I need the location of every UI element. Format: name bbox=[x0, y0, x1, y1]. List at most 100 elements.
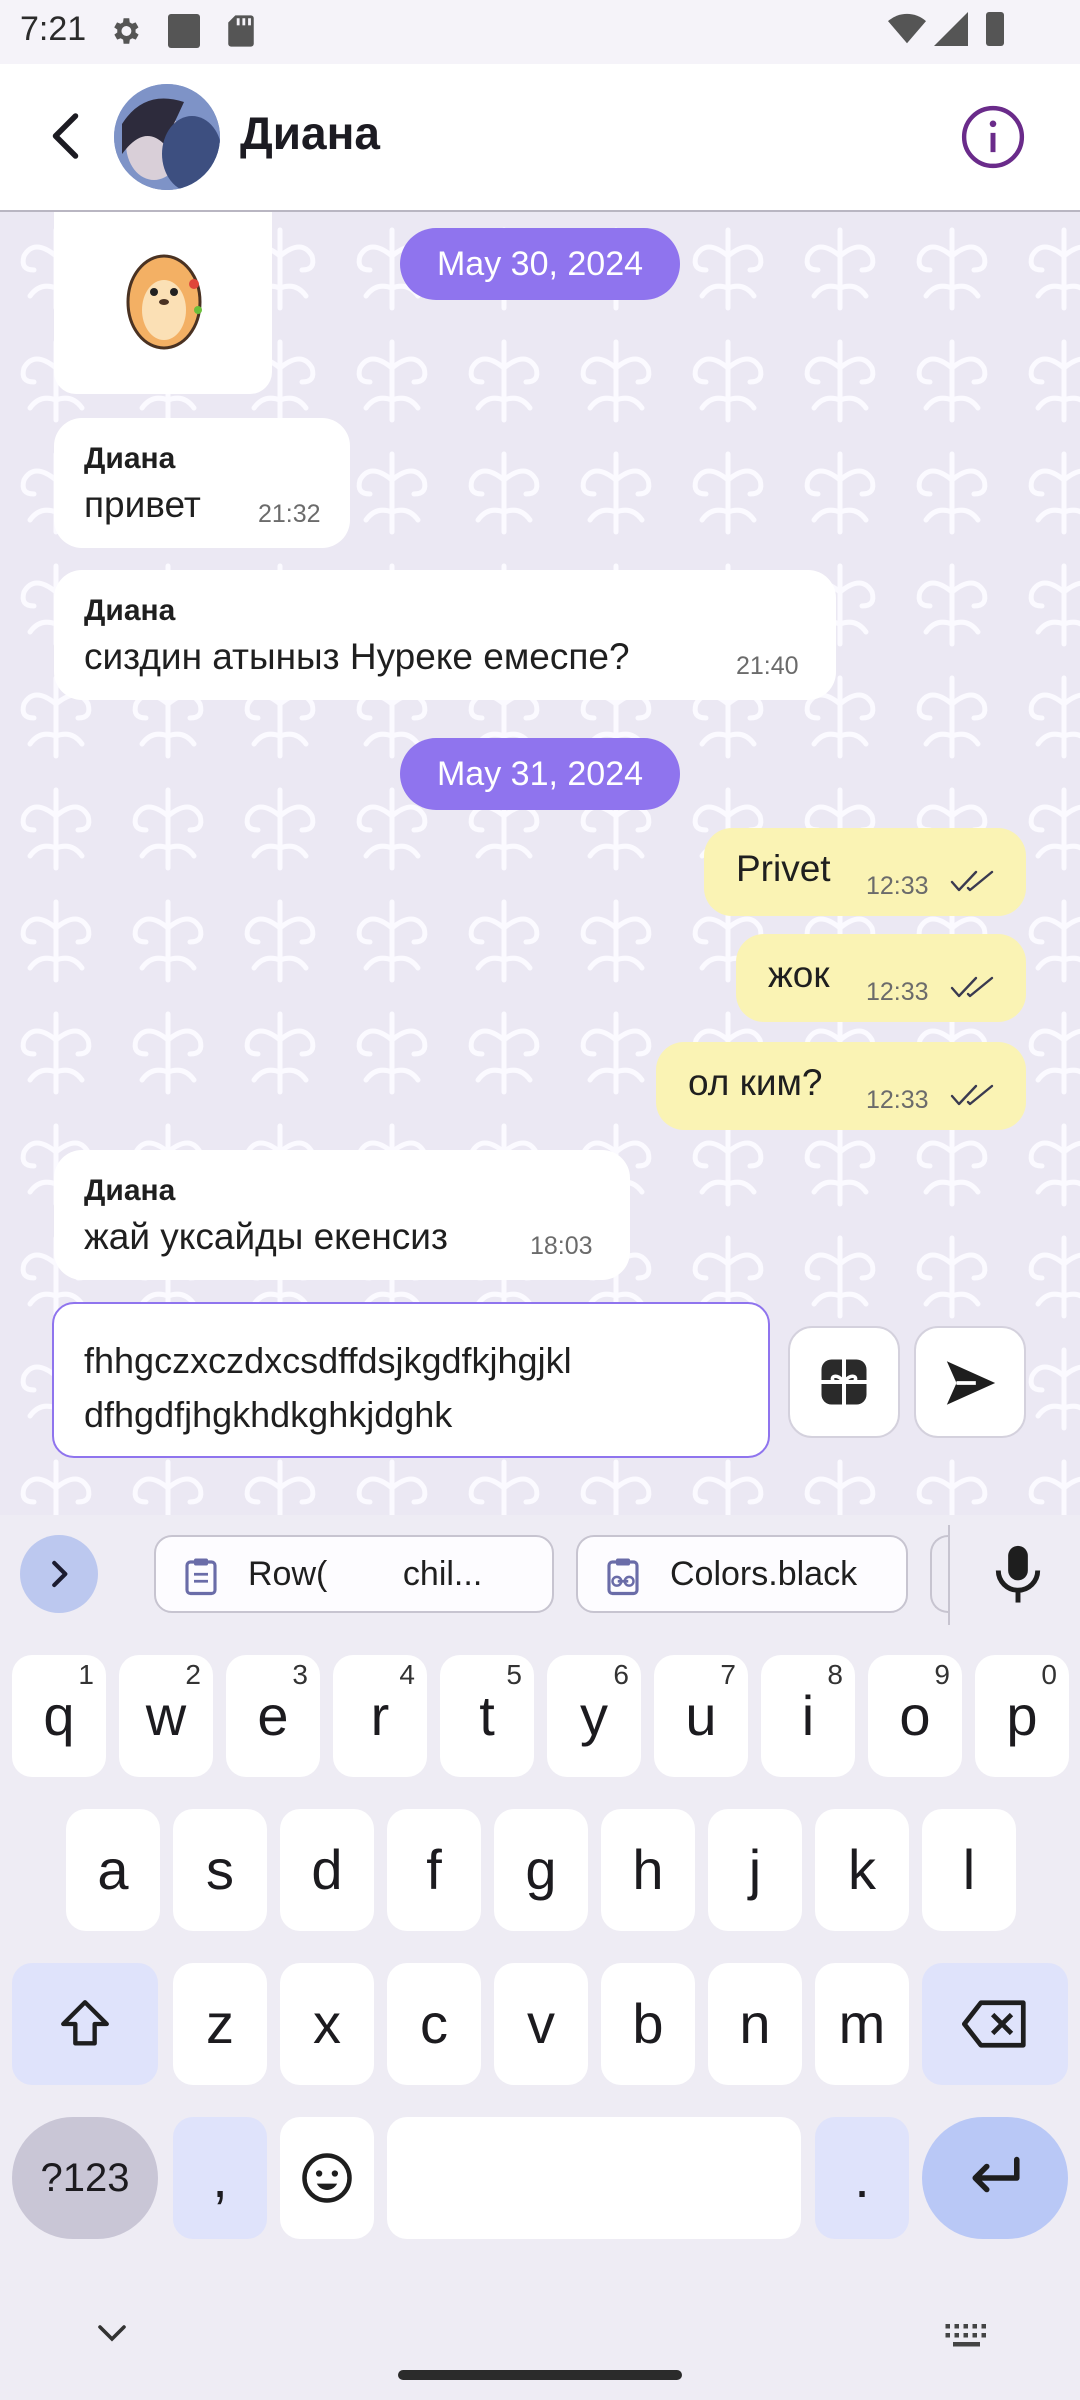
clipboard-suggestion-partial[interactable] bbox=[930, 1535, 950, 1613]
key-x[interactable]: x bbox=[280, 1963, 374, 2085]
keyboard-switch-icon[interactable] bbox=[944, 2321, 992, 2351]
divider bbox=[948, 1525, 950, 1625]
message-time: 21:40 bbox=[736, 652, 799, 680]
key-v[interactable]: v bbox=[494, 1963, 588, 2085]
key-label: w bbox=[145, 1684, 187, 1747]
clipboard-icon bbox=[185, 1558, 217, 1596]
backspace-key[interactable] bbox=[922, 1963, 1068, 2085]
message-text: Privet bbox=[736, 848, 831, 889]
key-hint: 4 bbox=[399, 1659, 415, 1690]
outgoing-message[interactable]: жок 12:33 bbox=[736, 934, 1026, 1022]
key-i[interactable]: i8 bbox=[761, 1655, 855, 1777]
message-time: 12:33 bbox=[866, 978, 929, 1006]
key-label: y bbox=[580, 1684, 608, 1747]
hide-keyboard-chevron-icon[interactable] bbox=[94, 2321, 130, 2345]
key-hint: 8 bbox=[827, 1659, 843, 1690]
status-time: 7:21 bbox=[20, 10, 87, 48]
incoming-message[interactable]: Диана жай уксайды екенсиз 18:03 bbox=[54, 1150, 630, 1280]
key-u[interactable]: u7 bbox=[654, 1655, 748, 1777]
gesture-nav-handle[interactable] bbox=[398, 2370, 682, 2380]
key-hint: 1 bbox=[78, 1659, 94, 1690]
message-text: сиздин атыныз Нуреке емеспе? bbox=[84, 636, 630, 677]
key-f[interactable]: f bbox=[387, 1809, 481, 1931]
key-y[interactable]: y6 bbox=[547, 1655, 641, 1777]
shift-key[interactable] bbox=[12, 1963, 158, 2085]
avatar[interactable] bbox=[114, 84, 220, 190]
space-key[interactable] bbox=[387, 2117, 801, 2239]
key-label: o bbox=[899, 1684, 931, 1747]
chat-title[interactable]: Диана bbox=[240, 106, 380, 160]
message-sender: Диана bbox=[84, 594, 176, 627]
gift-button[interactable] bbox=[788, 1326, 900, 1438]
message-time: 12:33 bbox=[866, 872, 929, 900]
key-s[interactable]: s bbox=[173, 1809, 267, 1931]
key-label: t bbox=[479, 1684, 495, 1747]
key-r[interactable]: r4 bbox=[333, 1655, 427, 1777]
key-q[interactable]: q1 bbox=[12, 1655, 106, 1777]
key-m[interactable]: m bbox=[815, 1963, 909, 2085]
key-z[interactable]: z bbox=[173, 1963, 267, 2085]
message-input-line: fhhgczxczdxcsdffdsjkgdfkjhgjkl bbox=[84, 1340, 572, 1381]
key-o[interactable]: o9 bbox=[868, 1655, 962, 1777]
double-check-icon bbox=[950, 976, 994, 998]
key-e[interactable]: e3 bbox=[226, 1655, 320, 1777]
symbols-key[interactable]: ?123 bbox=[12, 2117, 158, 2239]
key-hint: 0 bbox=[1041, 1659, 1057, 1690]
date-separator: May 30, 2024 bbox=[400, 228, 680, 300]
battery-icon bbox=[986, 12, 1004, 46]
double-check-icon bbox=[950, 1084, 994, 1106]
message-input[interactable]: fhhgczxczdxcsdffdsjkgdfkjhgjkl dfhgdfjhg… bbox=[52, 1302, 770, 1458]
sd-card-icon bbox=[228, 15, 254, 47]
hedgehog-sticker-icon bbox=[126, 254, 202, 350]
suggestion-text: Row( chil... bbox=[248, 1555, 483, 1593]
key-n[interactable]: n bbox=[708, 1963, 802, 2085]
incoming-message[interactable]: Диана привет 21:32 bbox=[54, 418, 350, 548]
emoji-icon bbox=[302, 2153, 352, 2203]
key-label: e bbox=[257, 1684, 289, 1747]
outgoing-message[interactable]: ол ким? 12:33 bbox=[656, 1042, 1026, 1130]
key-label: q bbox=[43, 1684, 75, 1747]
sticker-message[interactable] bbox=[54, 212, 272, 394]
clipboard-suggestion[interactable]: Colors.black bbox=[576, 1535, 908, 1613]
microphone-icon[interactable] bbox=[988, 1541, 1048, 1605]
send-button[interactable] bbox=[914, 1326, 1026, 1438]
key-h[interactable]: h bbox=[601, 1809, 695, 1931]
key-b[interactable]: b bbox=[601, 1963, 695, 2085]
clipboard-link-icon bbox=[607, 1558, 639, 1596]
emoji-key[interactable] bbox=[280, 2117, 374, 2239]
incoming-message[interactable]: Диана сиздин атыныз Нуреке емеспе? 21:40 bbox=[54, 570, 836, 700]
key-hint: 5 bbox=[506, 1659, 522, 1690]
clipboard-suggestion[interactable]: Row( chil... bbox=[154, 1535, 554, 1613]
send-icon bbox=[946, 1361, 996, 1405]
message-input-line: dfhgdfjhgkhdkghkjdghk bbox=[84, 1394, 453, 1435]
back-arrow-icon[interactable] bbox=[38, 106, 98, 166]
key-a[interactable]: a bbox=[66, 1809, 160, 1931]
key-g[interactable]: g bbox=[494, 1809, 588, 1931]
key-j[interactable]: j bbox=[708, 1809, 802, 1931]
key-w[interactable]: w2 bbox=[119, 1655, 213, 1777]
key-t[interactable]: t5 bbox=[440, 1655, 534, 1777]
message-time: 21:32 bbox=[258, 500, 321, 528]
enter-key[interactable] bbox=[922, 2117, 1068, 2239]
key-l[interactable]: l bbox=[922, 1809, 1016, 1931]
key-c[interactable]: c bbox=[387, 1963, 481, 2085]
comma-key[interactable]: , bbox=[173, 2117, 267, 2239]
period-key[interactable]: . bbox=[815, 2117, 909, 2239]
key-p[interactable]: p0 bbox=[975, 1655, 1069, 1777]
key-label: p bbox=[1006, 1684, 1038, 1747]
key-label: r bbox=[370, 1684, 390, 1747]
status-bar: 7:21 bbox=[0, 0, 1080, 64]
image-icon bbox=[168, 14, 200, 48]
suggestion-text: Colors.black bbox=[670, 1555, 858, 1593]
key-hint: 9 bbox=[934, 1659, 950, 1690]
key-k[interactable]: k bbox=[815, 1809, 909, 1931]
info-icon[interactable] bbox=[960, 104, 1026, 170]
key-hint: 6 bbox=[613, 1659, 629, 1690]
toolbar-expand-button[interactable] bbox=[20, 1535, 98, 1613]
date-separator: May 31, 2024 bbox=[400, 738, 680, 810]
settings-icon bbox=[114, 18, 139, 44]
message-text: жай уксайды екенсиз bbox=[84, 1216, 448, 1257]
outgoing-message[interactable]: Privet 12:33 bbox=[704, 828, 1026, 916]
message-sender: Диана bbox=[84, 1174, 176, 1207]
key-d[interactable]: d bbox=[280, 1809, 374, 1931]
